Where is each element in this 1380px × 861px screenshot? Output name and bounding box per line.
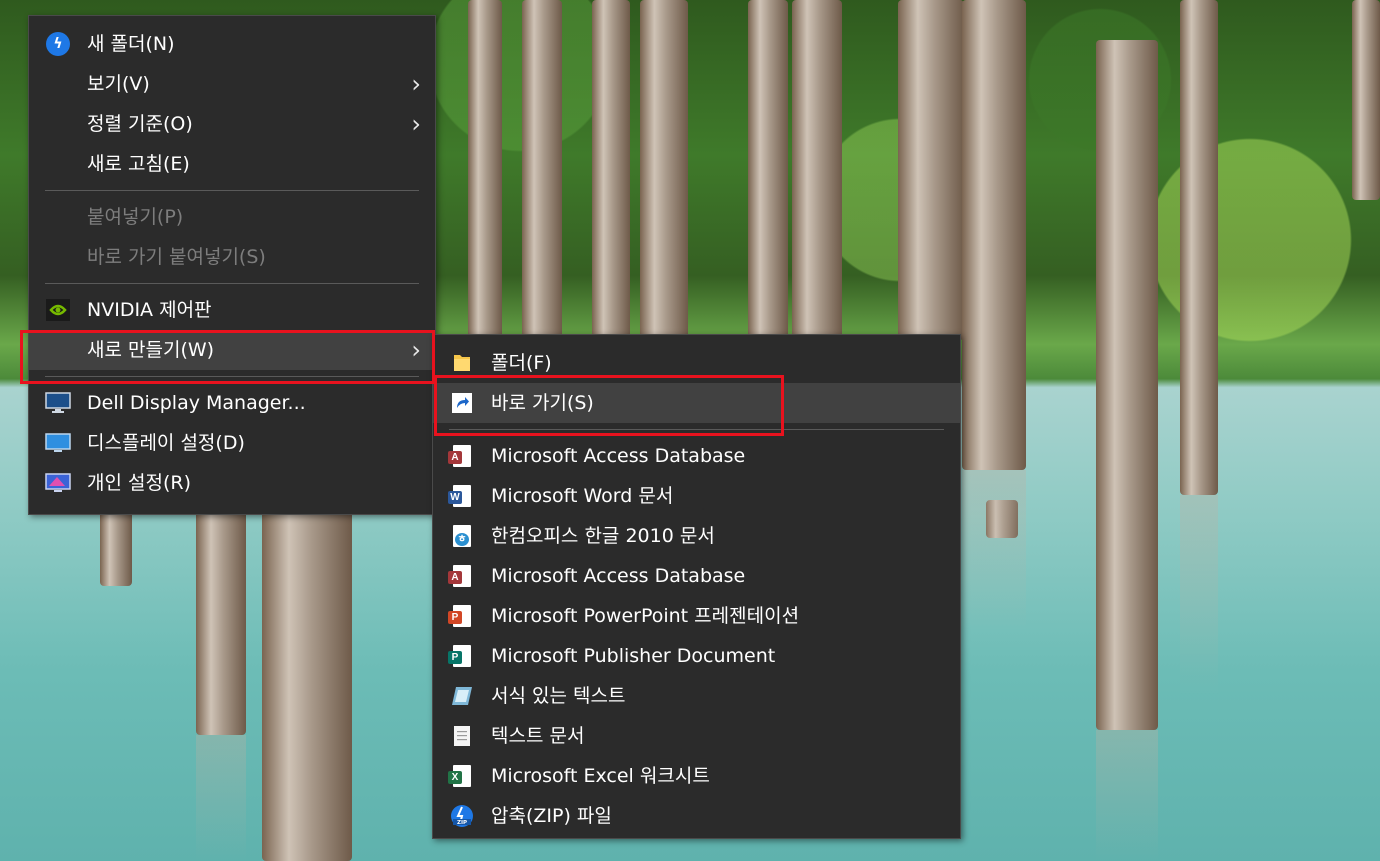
submenu-item-zip-archive[interactable]: ZIP 압축(ZIP) 파일 — [433, 796, 960, 836]
menu-item-label: Microsoft Excel 워크시트 — [491, 765, 710, 787]
menu-item-label: 텍스트 문서 — [491, 725, 585, 747]
menu-item-new[interactable]: 새로 만들기(W) › — [29, 330, 435, 370]
shortcut-icon — [449, 391, 475, 415]
menu-item-label: Microsoft Access Database — [491, 565, 746, 587]
tree-trunk — [196, 510, 246, 735]
chevron-right-icon: › — [411, 70, 421, 98]
word-icon: W — [448, 484, 475, 508]
menu-item-label: Dell Display Manager... — [87, 392, 306, 414]
trunk-reflection — [1096, 730, 1158, 861]
submenu-item-shortcut[interactable]: 바로 가기(S) — [433, 383, 960, 423]
tree-trunk — [468, 0, 502, 340]
submenu-item-powerpoint[interactable]: P Microsoft PowerPoint 프레젠테이션 — [433, 596, 960, 636]
text-document-icon — [449, 724, 475, 748]
submenu-item-access-database[interactable]: A Microsoft Access Database — [433, 436, 960, 476]
tree-trunk — [1180, 0, 1218, 495]
desktop-context-menu: ϟ 새 폴더(N) 보기(V) › 정렬 기준(O) › 새로 고침(E) 붙여… — [28, 15, 436, 515]
menu-item-paste: 붙여넣기(P) — [29, 197, 435, 237]
menu-separator — [45, 283, 419, 284]
menu-separator — [45, 190, 419, 191]
menu-item-label: 정렬 기준(O) — [87, 113, 193, 135]
submenu-item-publisher[interactable]: P Microsoft Publisher Document — [433, 636, 960, 676]
menu-item-label: 한컴오피스 한글 2010 문서 — [491, 525, 715, 547]
menu-item-label: 개인 설정(R) — [87, 472, 191, 494]
menu-item-sort-by[interactable]: 정렬 기준(O) › — [29, 104, 435, 144]
menu-item-label: 서식 있는 텍스트 — [491, 685, 626, 707]
menu-item-new-folder[interactable]: ϟ 새 폴더(N) — [29, 24, 435, 64]
submenu-item-excel-worksheet[interactable]: X Microsoft Excel 워크시트 — [433, 756, 960, 796]
menu-item-label: 새로 고침(E) — [87, 153, 190, 175]
menu-item-personalize[interactable]: 개인 설정(R) — [29, 463, 435, 503]
trunk-reflection — [1180, 495, 1218, 695]
menu-item-label: 새로 만들기(W) — [87, 339, 215, 361]
tree-trunk — [262, 510, 352, 861]
trunk-reflection — [962, 470, 1026, 630]
menu-item-label: 바로 가기 붙여넣기(S) — [87, 246, 266, 268]
personalize-icon — [45, 471, 71, 495]
display-settings-icon — [45, 431, 71, 455]
powerpoint-icon: P — [448, 604, 475, 628]
svg-text:ZIP: ZIP — [457, 820, 467, 826]
folder-icon — [449, 351, 475, 375]
access-icon: A — [448, 564, 475, 588]
tree-trunk — [792, 0, 842, 340]
menu-item-label: 붙여넣기(P) — [87, 206, 184, 228]
submenu-item-access-database-2[interactable]: A Microsoft Access Database — [433, 556, 960, 596]
menu-item-label: Microsoft Word 문서 — [491, 485, 674, 507]
rich-text-icon — [449, 684, 475, 708]
tree-trunk — [962, 0, 1026, 470]
menu-item-label: 새 폴더(N) — [87, 33, 175, 55]
tree-trunk — [592, 0, 630, 340]
menu-item-refresh[interactable]: 새로 고침(E) — [29, 144, 435, 184]
chevron-right-icon: › — [411, 336, 421, 364]
hwp-icon: ㅎ — [449, 524, 475, 548]
tree-trunk — [898, 0, 964, 340]
menu-item-label: Microsoft Access Database — [491, 445, 746, 467]
submenu-item-word-document[interactable]: W Microsoft Word 문서 — [433, 476, 960, 516]
submenu-item-hwp-document[interactable]: ㅎ 한컴오피스 한글 2010 문서 — [433, 516, 960, 556]
menu-item-label: 디스플레이 설정(D) — [87, 432, 245, 454]
menu-item-view[interactable]: 보기(V) › — [29, 64, 435, 104]
tree-trunk — [1352, 0, 1380, 200]
excel-icon: X — [448, 764, 475, 788]
submenu-item-text-document[interactable]: 텍스트 문서 — [433, 716, 960, 756]
tree-trunk — [640, 0, 688, 340]
nvidia-icon — [45, 298, 71, 322]
tree-trunk — [100, 510, 132, 586]
menu-item-label: 폴더(F) — [491, 352, 552, 374]
submenu-item-rich-text[interactable]: 서식 있는 텍스트 — [433, 676, 960, 716]
zip-icon: ZIP — [449, 804, 475, 828]
menu-separator — [45, 376, 419, 377]
new-submenu: 폴더(F) 바로 가기(S) A Microsoft Access Databa… — [432, 334, 961, 839]
menu-item-dell-display-manager[interactable]: Dell Display Manager... — [29, 383, 435, 423]
access-icon: A — [448, 444, 475, 468]
menu-item-display-settings[interactable]: 디스플레이 설정(D) — [29, 423, 435, 463]
trunk-reflection — [196, 735, 246, 861]
chevron-right-icon: › — [411, 110, 421, 138]
menu-item-label: NVIDIA 제어판 — [87, 299, 212, 321]
menu-item-label: 압축(ZIP) 파일 — [491, 805, 612, 827]
submenu-item-folder[interactable]: 폴더(F) — [433, 343, 960, 383]
menu-item-paste-shortcut: 바로 가기 붙여넣기(S) — [29, 237, 435, 277]
tree-trunk — [748, 0, 788, 340]
menu-separator — [449, 429, 944, 430]
tree-trunk — [1096, 40, 1158, 730]
menu-item-nvidia-control-panel[interactable]: NVIDIA 제어판 — [29, 290, 435, 330]
menu-item-label: 보기(V) — [87, 73, 150, 95]
menu-item-label: Microsoft Publisher Document — [491, 645, 776, 667]
monitor-icon — [45, 391, 71, 415]
publisher-icon: P — [448, 644, 475, 668]
menu-item-label: Microsoft PowerPoint 프레젠테이션 — [491, 605, 800, 627]
blue-lightning-icon: ϟ — [45, 32, 71, 56]
menu-item-label: 바로 가기(S) — [491, 392, 594, 414]
tree-trunk — [522, 0, 562, 340]
